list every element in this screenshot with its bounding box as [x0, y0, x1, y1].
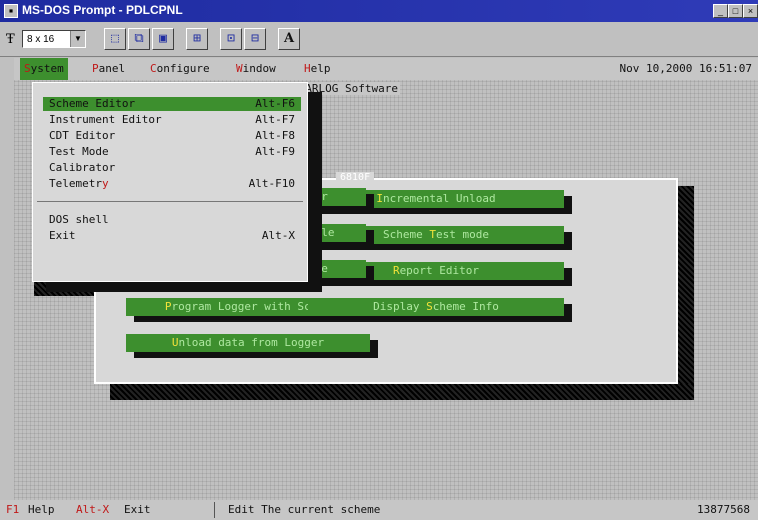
paste-icon[interactable]: ▣	[152, 28, 174, 50]
display-scheme-info-button[interactable]: Display Scheme Info	[308, 298, 564, 316]
maximize-button[interactable]: □	[728, 4, 743, 18]
window-title: MS-DOS Prompt - PDLCPNL	[22, 3, 183, 17]
clock: Nov 10,2000 16:51:07	[619, 62, 752, 75]
msdos-app-icon[interactable]: ▪	[4, 4, 18, 18]
menu-shadow	[306, 108, 320, 278]
status-bar: F1 Help Alt-X Exit Edit The current sche…	[0, 500, 758, 520]
menu-bar: System Panel Configure Window Help Nov 1…	[14, 58, 758, 80]
menu-item-exit[interactable]: Exit Alt-X	[43, 229, 301, 243]
window-shadow	[34, 280, 94, 296]
status-altx-label: Exit	[124, 503, 151, 516]
system-menu: Scheme Editor Alt-F6 Instrument Editor Alt…	[32, 82, 308, 282]
font-icon[interactable]: A	[278, 28, 300, 50]
frame-title: 6810F	[336, 172, 375, 183]
menu-separator	[37, 201, 303, 202]
close-button[interactable]: ×	[743, 4, 758, 18]
menu-help[interactable]: Help	[300, 58, 335, 80]
dos-window: ▪ MS-DOS Prompt - PDLCPNL _ □ × Ŧ 8 x 16…	[0, 0, 758, 520]
menu-window[interactable]: Window	[232, 58, 280, 80]
dos-screen: System Panel Configure Window Help Nov 1…	[14, 58, 758, 502]
font-size-value: 8 x 16	[27, 34, 55, 45]
menu-panel[interactable]: Panel	[88, 58, 129, 80]
window-shadow	[110, 384, 694, 400]
menu-item-dos-shell[interactable]: DOS shell	[43, 213, 301, 227]
menu-system[interactable]: System	[20, 58, 68, 80]
title-bar[interactable]: ▪ MS-DOS Prompt - PDLCPNL _ □ ×	[0, 0, 758, 22]
status-f1-key[interactable]: F1	[6, 500, 19, 520]
status-altx-key[interactable]: Alt-X	[76, 500, 109, 520]
status-message: Edit The current scheme	[228, 503, 381, 516]
menu-item-test-mode[interactable]: Test Mode Alt-F9	[43, 145, 301, 159]
fullscreen-icon[interactable]: ⊞	[186, 28, 208, 50]
menu-item-scheme-editor[interactable]: Scheme Editor Alt-F6	[43, 97, 301, 111]
properties-icon[interactable]: ⊡	[220, 28, 242, 50]
menu-configure[interactable]: Configure	[146, 58, 214, 80]
menu-item-instrument-editor[interactable]: Instrument Editor Alt-F7	[43, 113, 301, 127]
menu-item-calibrator[interactable]: Calibrator	[43, 161, 301, 175]
toolbar: Ŧ 8 x 16 ▼ ⬚ ⧉ ▣ ⊞ ⊡ ⊟ A	[0, 22, 758, 57]
mark-icon[interactable]: ⬚	[104, 28, 126, 50]
window-shadow	[678, 186, 694, 396]
minimize-button[interactable]: _	[713, 4, 728, 18]
status-f1-label: Help	[28, 503, 55, 516]
unload-data-button[interactable]: Unload data from Logger	[126, 334, 370, 352]
hotkey-letter: y	[101, 177, 109, 190]
menu-item-telemetry[interactable]: Telemetry Alt-F10	[43, 177, 301, 191]
chevron-down-icon[interactable]: ▼	[70, 31, 85, 47]
truetype-icon: Ŧ	[6, 32, 15, 47]
status-divider	[214, 502, 215, 518]
font-size-select[interactable]: 8 x 16 ▼	[22, 30, 86, 48]
background-icon[interactable]: ⊟	[244, 28, 266, 50]
copy-icon[interactable]: ⧉	[128, 28, 150, 50]
menu-item-cdt-editor[interactable]: CDT Editor Alt-F8	[43, 129, 301, 143]
status-counter: 13877568	[697, 503, 750, 516]
